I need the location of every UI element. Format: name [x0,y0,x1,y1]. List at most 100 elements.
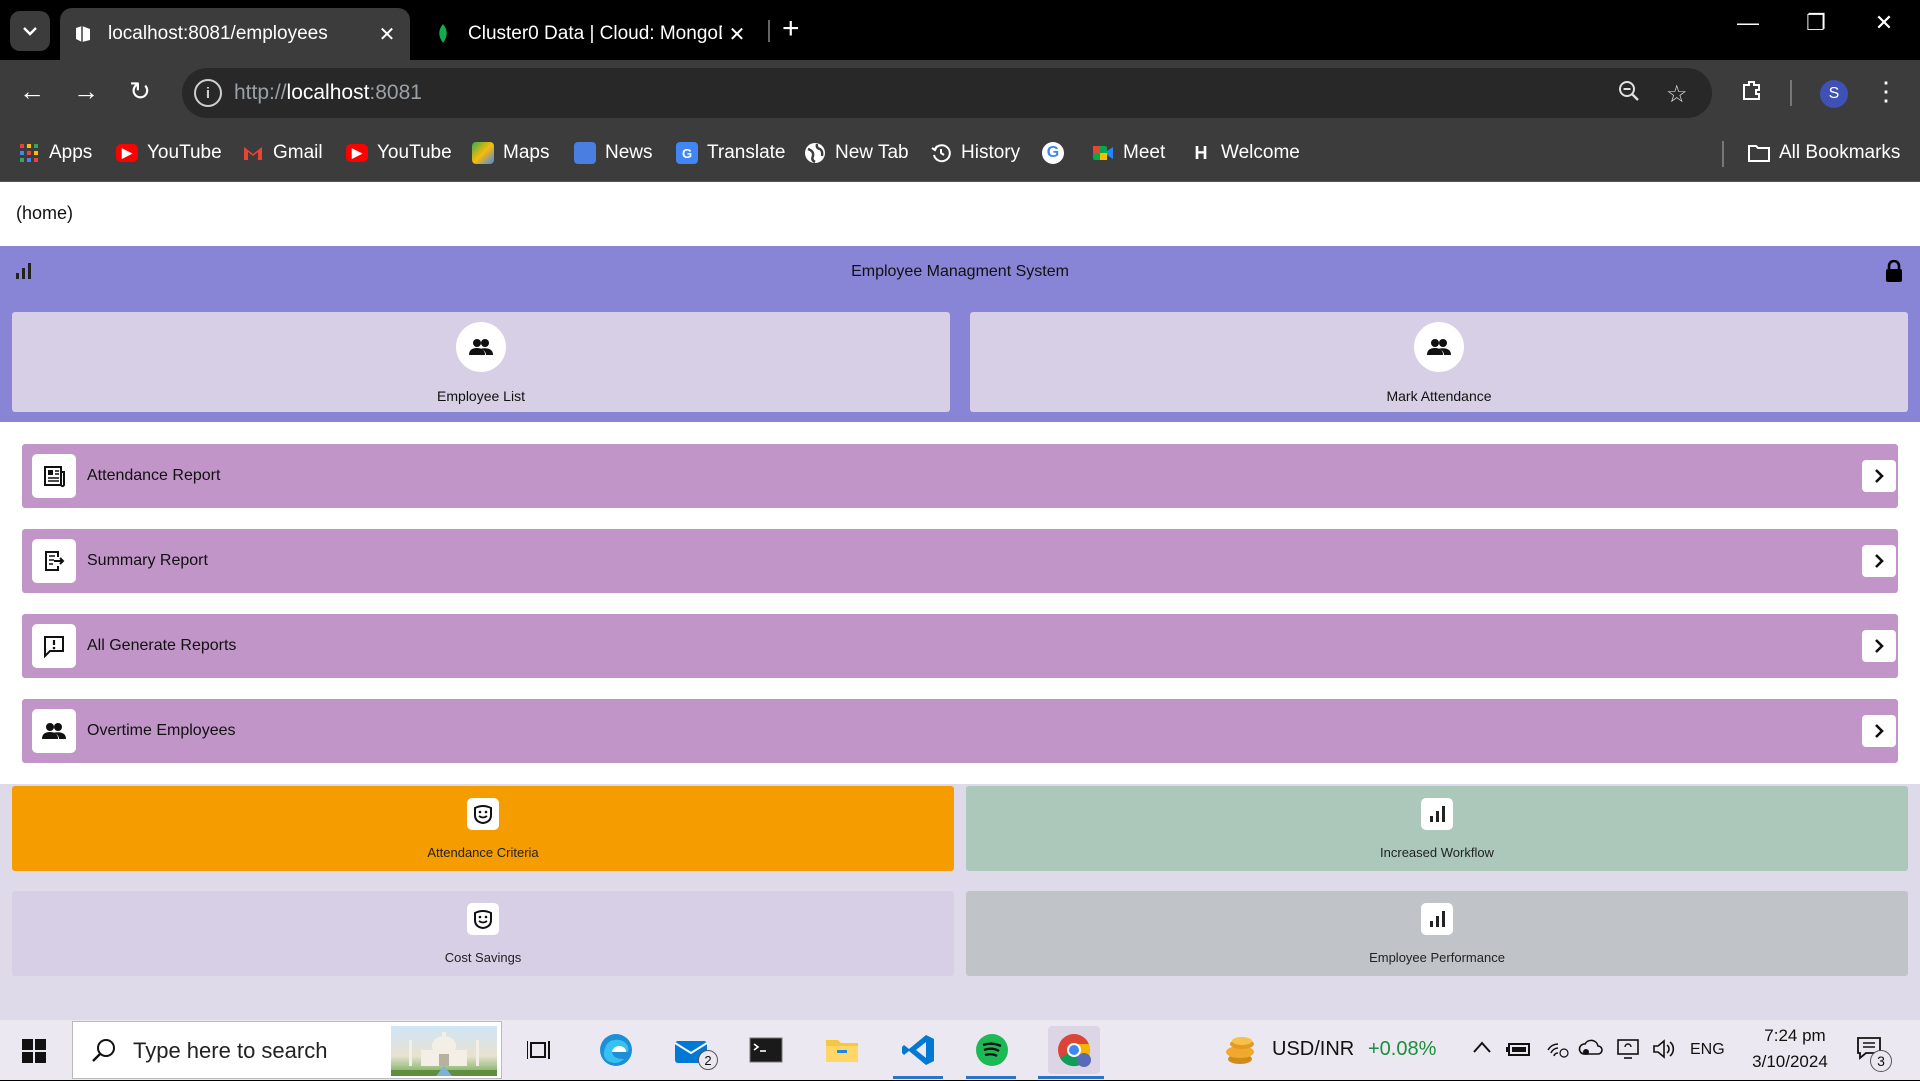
people-icon [32,709,76,753]
search-placeholder: Type here to search [133,1038,328,1063]
mongodb-leaf-icon [432,23,454,45]
bookmark-welcome[interactable]: H Welcome [1190,138,1300,168]
translate-icon: G [676,142,698,164]
summary-report-row[interactable]: Summary Report [22,529,1898,593]
vscode-active-indicator [893,1076,943,1079]
puzzle-favicon-icon [72,23,94,45]
face-badge-icon [467,903,499,935]
history-icon [930,142,952,164]
extensions-icon[interactable] [1734,78,1770,109]
spotify-icon[interactable] [972,1030,1012,1070]
bookmark-translate[interactable]: G Translate [676,138,786,168]
chevron-right-icon[interactable] [1862,715,1896,747]
chrome-icon[interactable] [1048,1026,1100,1074]
card-label: Mark Attendance [1386,388,1492,404]
employee-list-card[interactable]: Employee List [12,312,950,412]
attendance-criteria-card[interactable]: Attendance Criteria [12,786,954,871]
minimize-button[interactable]: — [1728,10,1768,36]
profile-avatar[interactable]: S [1820,80,1848,108]
tab-employees[interactable]: localhost:8081/employees ✕ [60,8,410,60]
language-indicator[interactable]: ENG [1690,1041,1725,1059]
file-explorer-icon[interactable] [822,1030,862,1070]
bookmarks-divider [1722,141,1724,167]
back-button[interactable]: ← [14,76,50,107]
site-info-icon[interactable]: i [194,79,222,107]
people-icon [1414,322,1464,372]
new-tab-button[interactable]: + [782,14,800,44]
mail-badge: 2 [698,1050,718,1070]
all-generate-reports-row[interactable]: All Generate Reports [22,614,1898,678]
bookmark-history[interactable]: History [930,138,1020,168]
bookmark-apps[interactable]: Apps [18,138,92,168]
close-tab-icon[interactable]: ✕ [722,22,752,47]
mail-icon[interactable]: 2 [672,1030,718,1070]
windows-start-icon[interactable] [22,1039,46,1068]
taskbar-search[interactable]: Type here to search [72,1021,502,1079]
battery-icon[interactable] [1506,1040,1532,1063]
tab-title: Cluster0 Data | Cloud: MongoDB [468,23,722,44]
bookmark-gmail[interactable]: Gmail [242,138,323,168]
ticker-change[interactable]: +0.08% [1368,1038,1436,1061]
bookmark-meet[interactable]: Meet [1092,138,1165,168]
all-bookmarks-button[interactable]: All Bookmarks [1748,138,1900,168]
mark-attendance-card[interactable]: Mark Attendance [970,312,1908,412]
windows-taskbar: Type here to search 2 USD/INR +0.08% ENG… [0,1020,1920,1080]
ticker-name[interactable]: USD/INR [1272,1038,1354,1061]
welcome-h-icon: H [1194,142,1208,163]
volume-icon[interactable] [1652,1038,1676,1065]
row-label: Overtime Employees [87,722,236,739]
terminal-icon[interactable] [746,1030,786,1070]
tab-search-button[interactable] [10,11,50,51]
bookmark-maps[interactable]: Maps [472,138,549,168]
bookmark-google[interactable]: G [1042,138,1073,168]
bookmark-star-icon[interactable]: ☆ [1666,80,1688,109]
chevron-right-icon[interactable] [1862,460,1896,492]
forward-button[interactable]: → [68,76,104,107]
newspaper-icon [32,454,76,498]
close-window-button[interactable]: ✕ [1864,10,1904,36]
bookmark-new-tab[interactable]: New Tab [804,138,909,168]
tab-title: localhost:8081/employees [108,23,328,44]
clock-time[interactable]: 7:24 pm [1752,1026,1838,1046]
google-icon: G [1042,142,1064,164]
clock-date[interactable]: 3/10/2024 [1740,1052,1840,1072]
bookmark-youtube-2[interactable]: ▶ YouTube [346,138,452,168]
attendance-report-row[interactable]: Attendance Report [22,444,1898,508]
overtime-employees-row[interactable]: Overtime Employees [22,699,1898,763]
chevron-right-icon[interactable] [1862,545,1896,577]
url-text[interactable]: http://localhost:8081 [234,81,422,105]
wifi-icon[interactable] [1546,1038,1570,1063]
taj-mahal-image [391,1026,497,1076]
vscode-icon[interactable] [898,1030,938,1070]
notification-count: 3 [1870,1050,1892,1072]
spotify-active-indicator [966,1076,1016,1079]
app-title: Employee Managment System [851,263,1069,280]
globe-icon [804,142,826,164]
increased-workflow-card[interactable]: Increased Workflow [966,786,1908,871]
bookmark-youtube[interactable]: ▶ YouTube [116,138,222,168]
reload-button[interactable]: ↻ [122,76,158,107]
coin-stack-icon [1222,1033,1258,1072]
browser-toolbar: ← → ↻ i http://localhost:8081 ☆ S ⋮ [0,60,1920,127]
card-label: Employee List [437,388,525,404]
page-content: (home) Employee Managment System Employe… [0,182,1920,1020]
breadcrumb: (home) [16,203,74,223]
restore-button[interactable]: ❐ [1796,10,1836,36]
employee-performance-card[interactable]: Employee Performance [966,891,1908,976]
lock-icon[interactable] [1884,259,1904,287]
chevron-up-icon[interactable] [1472,1040,1492,1059]
top-cards: Employee List Mark Attendance [0,300,1920,422]
chevron-right-icon[interactable] [1862,630,1896,662]
zoom-icon[interactable] [1618,80,1640,109]
cloud-icon[interactable] [1578,1038,1604,1063]
display-sync-icon[interactable] [1616,1038,1640,1065]
bookmark-news[interactable]: News [574,138,653,168]
tab-mongodb[interactable]: Cluster0 Data | Cloud: MongoDB ✕ [420,8,760,60]
cost-savings-card[interactable]: Cost Savings [12,891,954,976]
edge-icon[interactable] [596,1030,636,1070]
task-view-icon[interactable] [520,1030,560,1070]
close-tab-icon[interactable]: ✕ [372,22,402,47]
address-bar[interactable]: i http://localhost:8081 ☆ [182,68,1712,118]
menu-kebab-icon[interactable]: ⋮ [1868,76,1904,107]
row-label: All Generate Reports [87,637,237,654]
